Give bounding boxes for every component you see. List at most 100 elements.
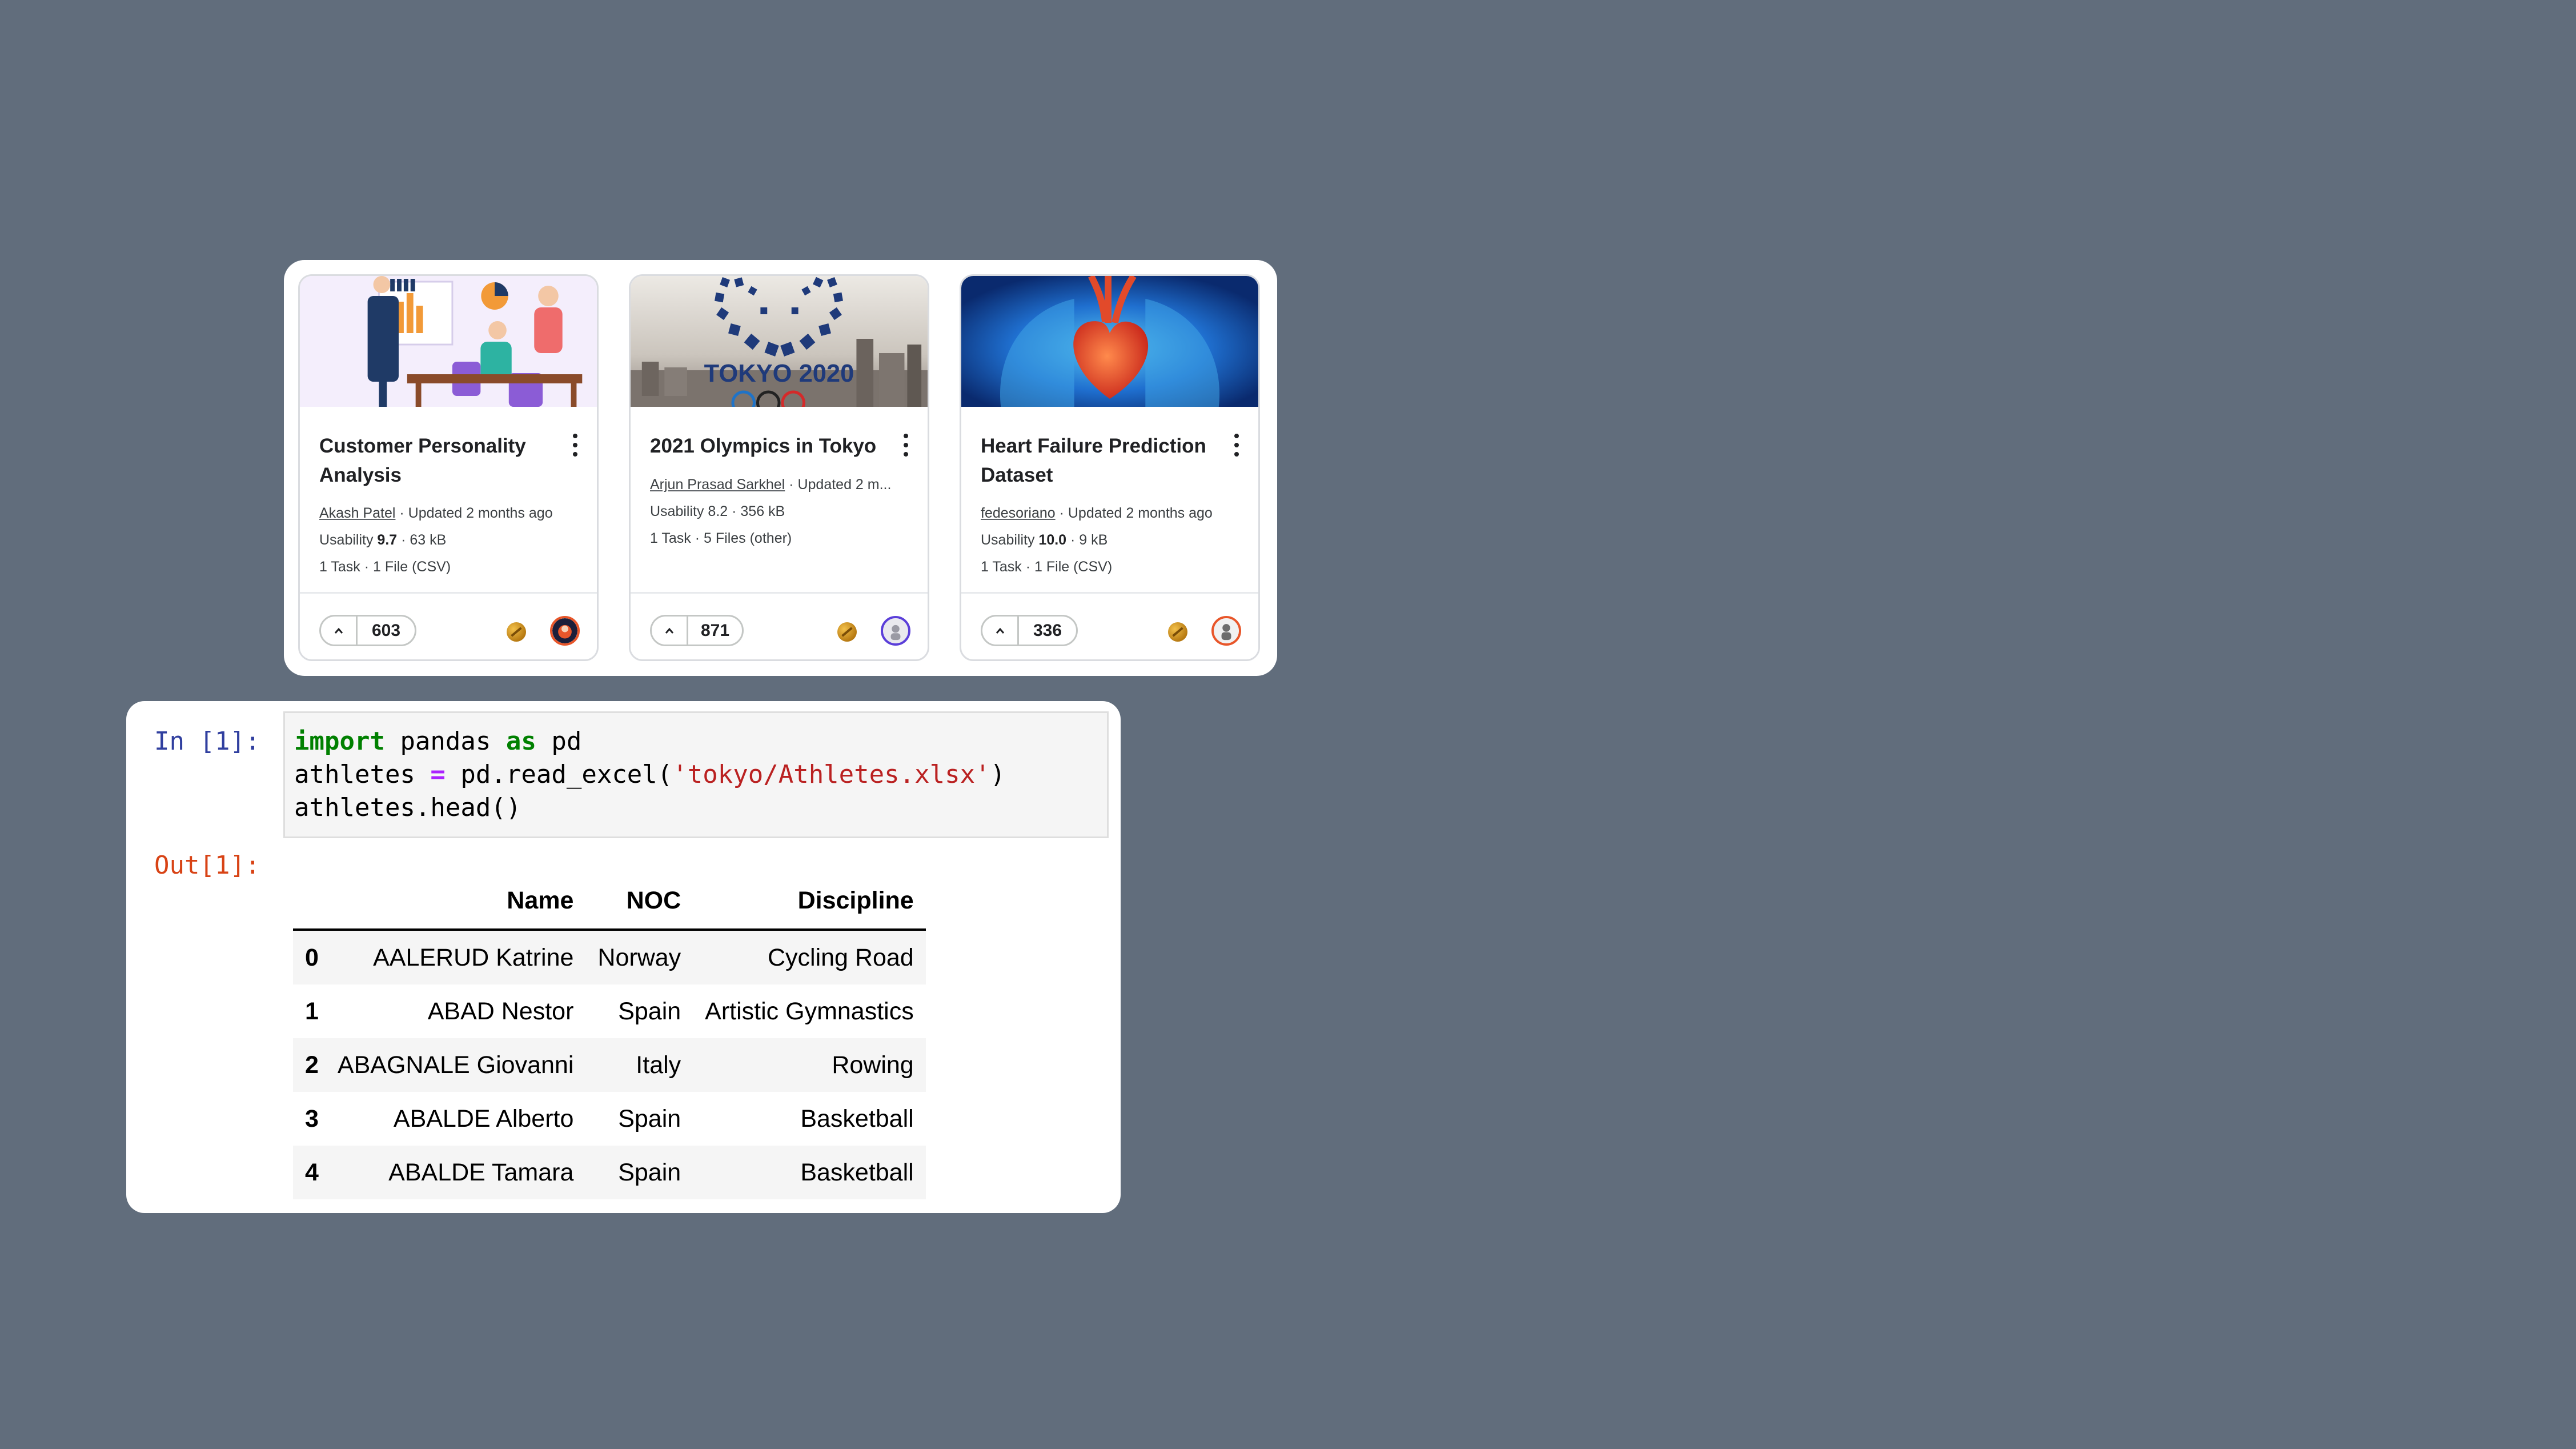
cell-noc: Spain (618, 997, 681, 1025)
more-options-kebab-icon[interactable] (900, 434, 912, 457)
code-cell-editor[interactable]: import pandas as pd athletes = pd.read_e… (283, 711, 1109, 838)
cell-noc: Italy (636, 1051, 681, 1079)
table-row: 2 ABAGNALE Giovanni Italy Rowing (293, 1038, 926, 1092)
dataset-size: · 63 kB (397, 532, 447, 548)
cell-name: ABALDE Tamara (388, 1158, 574, 1186)
cell-name: ABALDE Alberto (393, 1104, 574, 1132)
more-options-kebab-icon[interactable] (1231, 434, 1242, 457)
cell-discipline: Rowing (832, 1051, 914, 1079)
upvote-count: 603 (371, 621, 401, 640)
dataset-cards-panel: Customer Personality Analysis Akash Pate… (284, 260, 1277, 676)
input-prompt: In [1]: (154, 727, 260, 756)
card-divider (300, 592, 597, 594)
dataset-thumbnail-business-meeting[interactable] (300, 276, 597, 407)
upvote-button[interactable]: 336 (981, 615, 1078, 646)
dataset-card-customer-personality[interactable]: Customer Personality Analysis Akash Pate… (298, 274, 599, 661)
dataset-author-line: Arjun Prasad Sarkhel · Updated 2 m... (650, 476, 913, 493)
code-token: athletes.head() (294, 793, 521, 822)
upvote-arrow-icon (652, 617, 688, 645)
dataset-author-line: fedesoriano · Updated 2 months ago (981, 505, 1243, 522)
row-index: 1 (305, 997, 319, 1025)
owner-avatar[interactable] (881, 616, 910, 646)
upvote-arrow-icon (321, 617, 358, 645)
table-row: 0 AALERUD Katrine Norway Cycling Road (293, 930, 926, 984)
table-header-row: Name NOC Discipline (293, 872, 926, 931)
table-row: 1 ABAD Nestor Spain Artistic Gymnastics (293, 984, 926, 1038)
upvote-button[interactable]: 603 (319, 615, 416, 646)
dataset-card-tokyo-olympics[interactable]: TOKYO 2020 2021 Olympics in Tokyo Arjun … (629, 274, 929, 661)
cell-noc: Spain (618, 1158, 681, 1186)
upvote-count: 871 (700, 621, 730, 640)
row-index: 0 (305, 943, 319, 971)
updated-text: · Updated 2 m... (785, 477, 892, 493)
updated-text: · Updated 2 months ago (1055, 505, 1213, 521)
cell-discipline: Basketball (800, 1158, 914, 1186)
cell-name: AALERUD Katrine (373, 943, 574, 971)
upvote-button[interactable]: 871 (650, 615, 744, 646)
output-prompt: Out[1]: (154, 851, 260, 880)
dataset-title-line: Analysis (319, 464, 402, 486)
bronze-medal-icon (1168, 622, 1187, 642)
usability-score: 10.0 (1038, 532, 1067, 548)
updated-text: · Updated 2 months ago (395, 505, 553, 521)
upvote-count: 336 (1033, 621, 1062, 640)
table-row: 3 ABALDE Alberto Spain Basketball (293, 1092, 926, 1146)
dataframe-output-table: Name NOC Discipline 0 AALERUD Katrine No… (293, 872, 926, 1199)
author-link[interactable]: fedesoriano (981, 505, 1056, 521)
code-token: ) (990, 760, 1006, 789)
dataset-title-line: Heart Failure Prediction (981, 435, 1206, 457)
column-header: Discipline (693, 872, 926, 931)
column-header: NOC (585, 872, 693, 931)
dataset-thumbnail-heart[interactable] (961, 276, 1258, 407)
bronze-medal-icon (507, 622, 526, 642)
code-text: import pandas as pd athletes = pd.read_e… (294, 725, 1005, 824)
author-link[interactable]: Arjun Prasad Sarkhel (650, 477, 785, 493)
more-options-kebab-icon[interactable] (569, 434, 581, 457)
dataset-title[interactable]: Customer Personality Analysis (319, 431, 548, 490)
row-index: 4 (305, 1158, 319, 1186)
thumbnail-text: TOKYO 2020 (704, 359, 854, 387)
dataset-title[interactable]: Heart Failure Prediction Dataset (981, 431, 1209, 490)
cell-discipline: Basketball (800, 1104, 914, 1132)
author-link[interactable]: Akash Patel (319, 505, 395, 521)
code-token: pandas (384, 727, 506, 756)
dataset-files-line: 1 Task · 1 File (CSV) (981, 559, 1113, 575)
row-index: 2 (305, 1051, 319, 1079)
dataset-card-heart-failure[interactable]: Heart Failure Prediction Dataset fedesor… (960, 274, 1260, 661)
dataset-usability-line: Usability 10.0 · 9 kB (981, 531, 1243, 549)
card-divider (961, 592, 1258, 594)
dataset-author-line: Akash Patel · Updated 2 months ago (319, 505, 582, 522)
owner-avatar[interactable] (1211, 616, 1241, 646)
tasks-text: 1 Task · (650, 530, 704, 546)
column-header: Name (325, 872, 586, 931)
code-token: athletes (294, 760, 431, 789)
card-divider (631, 592, 928, 594)
dataset-title[interactable]: 2021 Olympics in Tokyo (650, 431, 878, 461)
dataset-title-line: Dataset (981, 464, 1053, 486)
usability-label: Usability (981, 532, 1039, 548)
table-row: 4 ABALDE Tamara Spain Basketball (293, 1146, 926, 1199)
cell-noc: Spain (618, 1104, 681, 1132)
dataset-files-line: 1 Task · 1 File (CSV) (319, 559, 451, 575)
owner-avatar[interactable] (550, 616, 580, 646)
dataset-size: · 9 kB (1066, 532, 1108, 548)
code-token: pd.read_excel( (445, 760, 673, 789)
index-header (293, 872, 326, 931)
jupyter-notebook-panel: In [1]: import pandas as pd athletes = p… (126, 701, 1121, 1213)
dataset-title-line: Customer Personality (319, 435, 526, 457)
code-token: pd (536, 727, 582, 756)
dataset-title-line: 2021 Olympics in Tokyo (650, 435, 877, 457)
cell-name: ABAGNALE Giovanni (337, 1051, 574, 1079)
code-token: as (505, 727, 536, 756)
usability-label: Usability (319, 532, 378, 548)
upvote-arrow-icon (982, 617, 1019, 645)
dataset-files-line: 1 Task · 5 Files (other) (650, 530, 913, 547)
dataset-usability-line: Usability 9.7 · 63 kB (319, 531, 582, 549)
usability-score: 9.7 (377, 532, 398, 548)
row-index: 3 (305, 1104, 319, 1132)
cell-noc: Norway (597, 943, 681, 971)
dataset-usability-line: Usability 8.2 · 356 kB (650, 503, 785, 519)
bronze-medal-icon (837, 622, 857, 642)
cell-discipline: Cycling Road (767, 943, 914, 971)
dataset-thumbnail-tokyo-2020[interactable]: TOKYO 2020 (631, 276, 928, 407)
